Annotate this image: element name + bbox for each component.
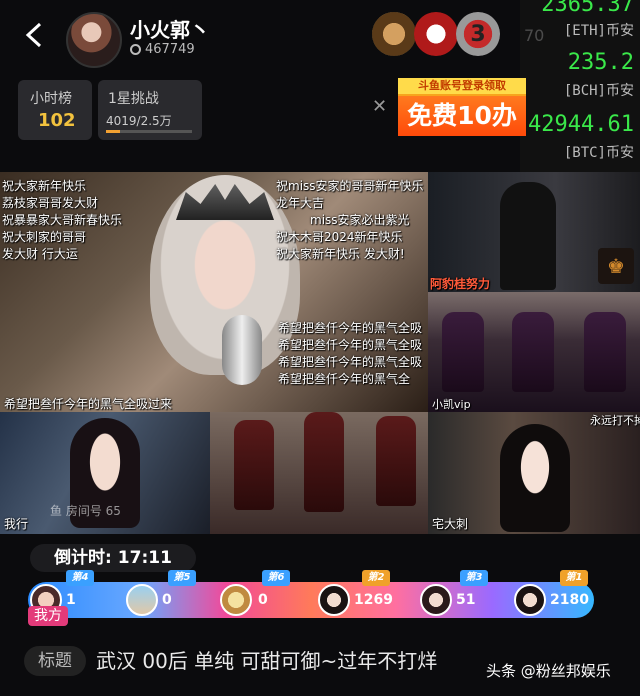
countdown-time: 17:11	[117, 548, 172, 568]
streamer-figure	[500, 424, 570, 532]
host-avatar[interactable]	[66, 12, 122, 68]
rank-avatar[interactable]	[220, 584, 252, 616]
back-button[interactable]	[18, 18, 52, 52]
rank-tag: 第2	[362, 570, 390, 586]
promo-top-text: 斗鱼账号登录领取	[398, 78, 526, 94]
user-icon	[130, 44, 141, 55]
dancer-figure	[512, 312, 554, 392]
danmaku-line: 祝大家新年快乐 发大财!	[276, 247, 405, 261]
danmaku-right: 祝miss安家的哥哥新年快乐 龙年大吉 miss安家必出紫光 祝木木哥2024新…	[276, 178, 424, 263]
dancer-figure	[304, 412, 344, 512]
rank-tag: 第3	[460, 570, 488, 586]
ticker-btc-value: 42944.61	[528, 112, 634, 137]
progress-fill	[106, 130, 120, 133]
streamer-name: 宅大刺	[432, 517, 469, 531]
dancer-figure	[584, 312, 626, 392]
rank-tag: 第4	[66, 570, 94, 586]
danmaku-line: 祝大刺家的哥哥	[2, 230, 87, 244]
promo-banner[interactable]: 斗鱼账号登录领取 免费10办	[398, 78, 526, 136]
rank-avatar[interactable]	[514, 584, 546, 616]
crypto-ticker: 2365.37 [ETH]币安 235.2 [BCH]币安 42944.61 […	[520, 0, 640, 172]
ticker-eth-label: [ETH]币安	[563, 23, 634, 39]
dancer-figure	[234, 420, 274, 510]
hourly-rank-card[interactable]: 小时榜 102	[18, 80, 92, 140]
streamer-name: 小凯vip	[432, 398, 471, 411]
danmaku-hope: 希望把叁仟今年的黑气全吸 希望把叁仟今年的黑气全吸 希望把叁仟今年的黑气全吸 希…	[278, 320, 422, 388]
danmaku-line: 希望把叁仟今年的黑气全	[278, 372, 411, 386]
danmaku-br: 永远打不掉	[430, 412, 640, 429]
danmaku-line: 发大财 行大运	[2, 247, 78, 261]
danmaku-line: 荔枝家哥哥发大财	[2, 196, 99, 210]
danmaku-line: 祝暴暴家大哥新春快乐	[2, 213, 123, 227]
rank-avatar[interactable]	[318, 584, 350, 616]
star-challenge-label: 1星挑战	[108, 91, 159, 107]
rank-tag: 第1	[560, 570, 588, 586]
viewer-avatar-2[interactable]	[414, 12, 458, 56]
rank-tag: 第5	[168, 570, 196, 586]
host-id-value: 467749	[145, 42, 195, 57]
rank-score: 51	[456, 592, 476, 608]
pk-ranking-bar	[28, 582, 594, 618]
streamer-name: 阿豹桂努力	[430, 277, 491, 291]
danmaku-line: miss安家必出紫光	[310, 213, 410, 227]
ticker-eth-value: 2365.37	[541, 0, 634, 17]
dancer-figure	[442, 312, 484, 392]
our-side-label: 我方	[28, 606, 68, 626]
streamer-name: 我行	[4, 517, 29, 531]
rank-avatar[interactable]	[126, 584, 158, 616]
rank-score: 2180	[550, 592, 589, 608]
rank-score: 0	[162, 592, 172, 608]
host-id: 467749	[130, 42, 195, 57]
viewer-avatar-3[interactable]: 3	[456, 12, 500, 56]
danmaku-left: 祝大家新年快乐 荔枝家哥哥发大财 祝暴暴家大哥新春快乐 祝大刺家的哥哥 发大财 …	[2, 178, 122, 263]
host-name: 小火郭丶	[130, 18, 210, 42]
dancer-figure	[376, 416, 416, 506]
promo-main-text: 免费10办	[398, 96, 526, 136]
title-tag: 标题	[24, 646, 86, 676]
ticker-bch-value: 235.2	[567, 50, 634, 75]
ticker-btc-label: [BTC]币安	[563, 145, 634, 161]
hourly-rank-value: 102	[38, 110, 76, 131]
danmaku-line: 龙年大吉	[276, 196, 325, 210]
danmaku-line: 希望把叁仟今年的黑气全吸	[278, 355, 423, 369]
room-watermark: 鱼 房间号 65	[50, 504, 121, 518]
rank-tag: 第6	[262, 570, 290, 586]
danmaku-line: 祝miss安家的哥哥新年快乐	[276, 179, 424, 193]
hourly-rank-label: 小时榜	[30, 91, 72, 107]
close-icon[interactable]: ✕	[372, 96, 387, 117]
rank-score: 1	[66, 592, 76, 608]
channel-logo: ♚	[598, 248, 634, 284]
ticker-bch-label: [BCH]币安	[563, 83, 634, 99]
danmaku-hope-bottom: 希望把叁仟今年的黑气全吸过来	[4, 397, 173, 411]
danmaku-line: 希望把叁仟今年的黑气全吸	[278, 338, 423, 352]
rank-score: 0	[258, 592, 268, 608]
danmaku-line: 祝木木哥2024新年快乐	[276, 230, 403, 244]
danmaku-line: 祝大家新年快乐	[2, 179, 87, 193]
source-credit: 头条 @粉丝邦娱乐	[486, 662, 611, 680]
chevron-left-icon	[25, 22, 42, 48]
danmaku-line: 永远打不掉	[590, 414, 640, 427]
viewer-avatar-1[interactable]	[372, 12, 416, 56]
streamer-figure	[500, 182, 556, 290]
countdown-label: 倒计时:	[54, 548, 112, 568]
star-challenge-progress-bar	[106, 130, 192, 133]
room-title: 武汉 00后 单纯 可甜可御~过年不打烊	[96, 649, 438, 673]
rank-avatar[interactable]	[420, 584, 452, 616]
countdown-pill: 倒计时: 17:11	[30, 544, 196, 572]
rank-score: 1269	[354, 592, 393, 608]
microphone-icon	[222, 315, 262, 385]
danmaku-line: 希望把叁仟今年的黑气全吸	[278, 321, 423, 335]
star-challenge-progress-text: 4019/2.5万	[106, 114, 172, 128]
